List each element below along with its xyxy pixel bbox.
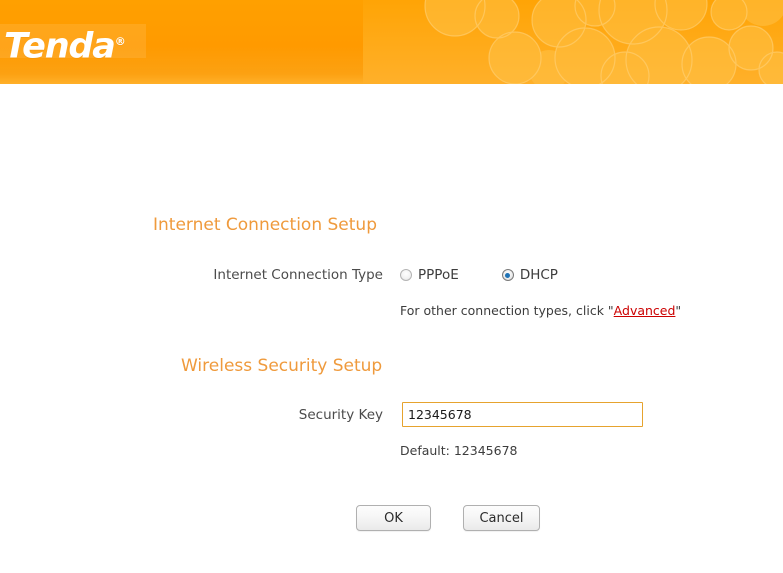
radio-label-dhcp: DHCP [519,267,558,283]
security-key-input[interactable] [402,402,643,427]
internet-connection-type-radio-group: PPPoE DHCP [400,266,558,284]
radio-icon-pppoe[interactable] [400,269,412,281]
security-key-label: Security Key [298,407,383,423]
advanced-link[interactable]: Advanced [614,303,676,318]
registered-trademark-icon: ® [114,35,126,48]
radio-option-dhcp[interactable]: DHCP [501,266,558,284]
internet-connection-type-label: Internet Connection Type [213,267,383,283]
cancel-button[interactable]: Cancel [463,505,540,531]
wireless-security-setup-title: Wireless Security Setup [181,356,383,376]
security-key-default-hint: Default: 12345678 [400,443,518,458]
radio-label-pppoe: PPPoE [418,267,459,283]
advanced-hint-suffix: " [675,303,682,318]
advanced-connection-hint: For other connection types, click "Advan… [400,303,681,318]
page-header: Tenda® [0,0,783,84]
brand-logo-text: Tenda [4,26,116,67]
brand-logo[interactable]: Tenda® [4,21,126,68]
advanced-hint-prefix: For other connection types, click " [400,303,614,318]
ok-button[interactable]: OK [356,505,431,531]
radio-icon-dhcp[interactable] [501,269,514,281]
main-content: Internet Connection Setup Internet Conne… [0,84,783,573]
internet-connection-setup-title: Internet Connection Setup [153,215,377,235]
header-bubble-decoration [363,0,783,84]
radio-option-pppoe[interactable]: PPPoE [400,266,459,284]
